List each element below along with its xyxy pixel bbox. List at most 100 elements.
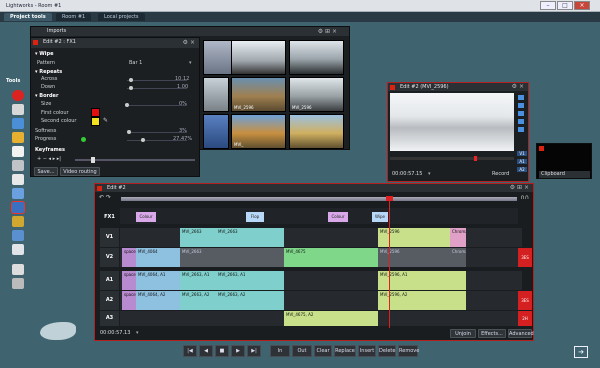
timeline-scroll-bar[interactable]	[121, 197, 517, 201]
monitor-tool-icon[interactable]	[12, 188, 24, 199]
track-label-a3[interactable]: A3	[100, 311, 119, 326]
effects-tool-icon[interactable]	[11, 201, 25, 214]
insert-button[interactable]: Insert	[358, 345, 376, 357]
viewer-video-frame[interactable]	[390, 93, 514, 151]
go-end-icon[interactable]: ▶|	[247, 345, 261, 357]
export-tool-icon[interactable]	[12, 216, 24, 227]
clipboard-panel[interactable]: Clipboard	[536, 143, 592, 179]
timeline-clip[interactable]: MVI_2663	[216, 228, 284, 247]
viewer-controls-icon[interactable]: ⚙ ×	[512, 83, 524, 90]
remove-button[interactable]: Remove	[398, 345, 419, 357]
size-slider[interactable]	[125, 103, 187, 107]
thumbnail[interactable]: MVI_2596	[231, 77, 286, 112]
delete-button[interactable]: Delete	[378, 345, 396, 357]
thumbnail[interactable]	[203, 114, 229, 149]
wipe-section-header[interactable]: ▾ Wipe	[35, 51, 53, 57]
first-colour-swatch[interactable]	[91, 108, 100, 117]
fx-clip[interactable]: Wipe	[372, 212, 388, 222]
record-tool-icon[interactable]	[12, 90, 24, 101]
panel-close-icon[interactable]	[33, 40, 38, 45]
softness-slider[interactable]	[127, 130, 187, 134]
clear-button[interactable]: Clear	[314, 345, 332, 357]
timeline-clip[interactable]: MVI_4064, A2	[136, 291, 180, 310]
timeline-clip[interactable]: MVI_2663, A2	[216, 291, 284, 310]
home-tool-icon[interactable]	[12, 264, 24, 275]
timeline-clip[interactable]: space	[122, 271, 136, 290]
track-badge[interactable]: 3ES	[518, 248, 532, 267]
timeline-clip[interactable]: MVI_4675	[284, 248, 378, 267]
tab-room-1[interactable]: Room #1	[56, 13, 92, 21]
replace-button[interactable]: Replace	[334, 345, 356, 357]
timeline-zoom-icon[interactable]: ∩∩	[520, 194, 529, 201]
timeline-clip[interactable]: MVI_2663, A1	[180, 271, 216, 290]
second-colour-swatch[interactable]	[91, 117, 100, 126]
track-label-v2[interactable]: V2	[100, 248, 119, 267]
track-label-a1[interactable]: A1	[100, 271, 119, 290]
timeline-controls-icon[interactable]: ⚙ ⊞ ×	[510, 184, 529, 191]
timeline-clip[interactable]: MVI_4675, A2	[284, 311, 378, 326]
undo-redo-icon[interactable]: ↶ ↷	[99, 194, 111, 201]
viewer-side-tools-icon[interactable]	[518, 95, 524, 135]
track-label-v1[interactable]: V1	[100, 228, 119, 247]
viewer-tag-a2[interactable]: A2	[517, 167, 527, 172]
pattern-dropdown-icon[interactable]: ▾	[189, 60, 192, 66]
fx-clip[interactable]: Flop	[246, 212, 264, 222]
progress-keyframe-icon[interactable]	[81, 137, 86, 142]
thumbnail[interactable]	[289, 40, 344, 75]
audio-tool-icon[interactable]	[12, 230, 24, 241]
repeats-section-header[interactable]: ▾ Repeats	[35, 69, 62, 75]
fx-clip[interactable]: Colour	[136, 212, 156, 222]
keyframe-marker[interactable]	[91, 157, 95, 163]
tab-project-tools[interactable]: Project tools	[4, 13, 52, 21]
print-tool-icon[interactable]	[12, 174, 24, 185]
timeline-clip[interactable]: space	[122, 291, 136, 310]
effects-button[interactable]: Effects...	[478, 329, 506, 338]
track-label-a2[interactable]: A2	[100, 291, 119, 310]
timeline-clip[interactable]: MVI_2596, A2	[378, 291, 466, 310]
keyframe-nav-icons[interactable]: + − ◂ ▸ ▸|	[37, 156, 61, 162]
close-button[interactable]: ×	[574, 1, 590, 10]
keyboard-tool-icon[interactable]	[12, 160, 24, 171]
unjoin-button[interactable]: Unjoin	[450, 329, 476, 338]
advanced-button[interactable]: Advanced	[508, 329, 534, 338]
timeline-clip[interactable]: MVI_2663, A2	[180, 291, 216, 310]
panel-close-icon[interactable]	[390, 85, 395, 90]
save-button[interactable]: Save...	[34, 167, 58, 176]
pattern-select[interactable]: Bar 1	[129, 60, 142, 66]
timeline-clip[interactable]: MVI_2663, A1	[216, 271, 284, 290]
clipboard-close-icon[interactable]	[539, 146, 544, 151]
viewer-scrub-bar[interactable]	[390, 156, 514, 161]
imports-panel-controls-icon[interactable]: ⚙ ⊞ ×	[318, 28, 337, 35]
play-icon[interactable]: ▶	[231, 345, 245, 357]
track-label-fx1[interactable]: FX1	[100, 212, 119, 222]
maximize-button[interactable]: □	[557, 1, 573, 10]
track-badge[interactable]: 2H	[518, 311, 532, 326]
sequence-tool-icon[interactable]	[12, 244, 24, 255]
border-section-header[interactable]: ▾ Border	[35, 93, 58, 99]
thumbnail[interactable]	[289, 114, 344, 149]
fx-clip[interactable]: Colour	[328, 212, 348, 222]
timeline-clip[interactable]: Chroma	[450, 248, 466, 267]
track-badge[interactable]: 3ES	[518, 291, 532, 310]
tab-local-projects[interactable]: Local projects	[98, 13, 145, 21]
out-button[interactable]: Out	[292, 345, 312, 357]
edit-tool-icon[interactable]	[12, 118, 24, 129]
viewer-tag-v1[interactable]: V1	[517, 151, 527, 156]
exit-icon[interactable]: ➔	[574, 346, 588, 358]
thumbnail[interactable]: MVI_	[231, 114, 286, 149]
colour-picker-icon[interactable]: ✎	[103, 117, 108, 124]
timeline-clip[interactable]: MVI_4064	[136, 248, 180, 267]
go-start-icon[interactable]: |◀	[183, 345, 197, 357]
step-back-icon[interactable]: ◀	[199, 345, 213, 357]
viewer-tag-a1[interactable]: A1	[517, 159, 527, 164]
timeline-clip[interactable]: MVI_2663	[180, 248, 284, 267]
in-button[interactable]: In	[270, 345, 290, 357]
thumbnail[interactable]: MVI_2596	[289, 77, 344, 112]
timeline-clip[interactable]: MVI_2663	[180, 228, 216, 247]
timeline-clip[interactable]: space	[122, 248, 136, 267]
timecode-dropdown-icon[interactable]: ▾	[428, 171, 431, 177]
pages-tool-icon[interactable]	[12, 278, 24, 289]
thumbnail[interactable]	[203, 77, 229, 112]
stop-icon[interactable]: ■	[215, 345, 229, 357]
video-routing-button[interactable]: Video routing	[60, 167, 100, 176]
